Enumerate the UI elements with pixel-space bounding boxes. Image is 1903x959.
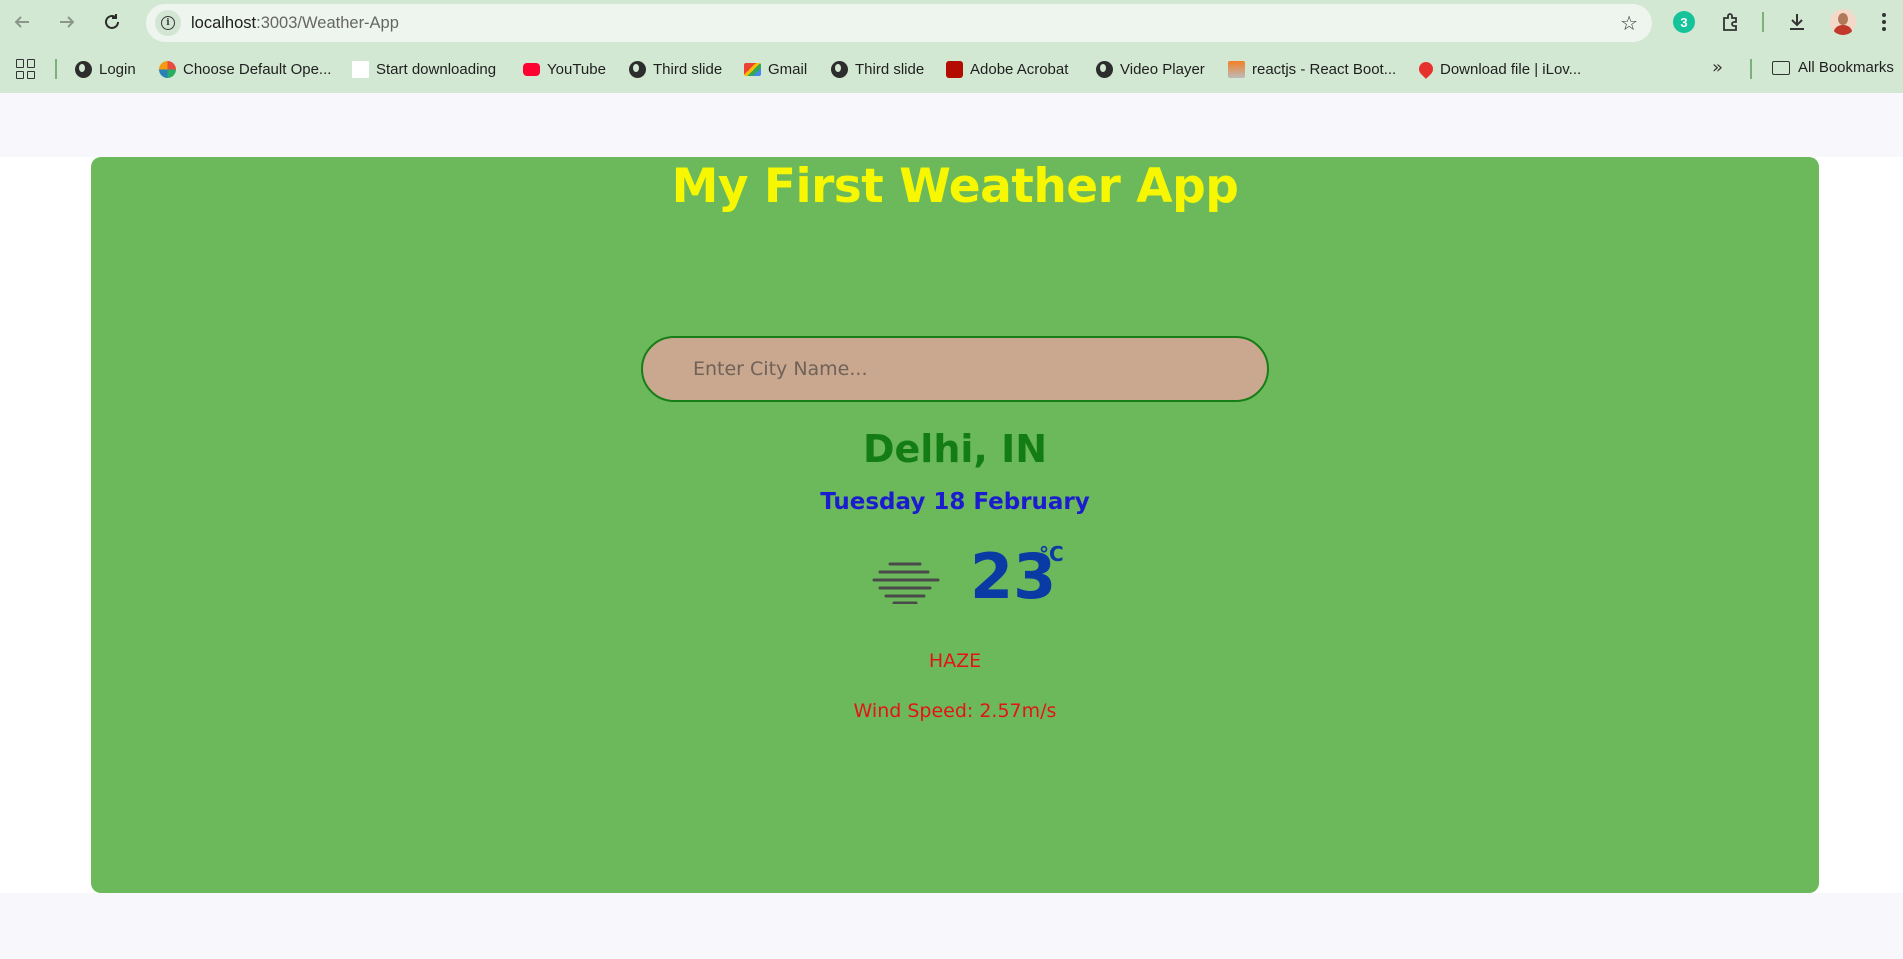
temperature-row: 23 °C [91, 540, 1819, 613]
stackoverflow-icon [1228, 60, 1245, 78]
haze-icon [872, 562, 940, 604]
info-icon: i [161, 16, 175, 30]
weather-description: HAZE [928, 650, 982, 672]
blank-page-icon [352, 60, 369, 78]
grammarly-icon: 3 [1673, 11, 1695, 33]
bookmark-label: Gmail [768, 60, 808, 78]
folder-icon [1772, 60, 1790, 75]
youtube-icon [523, 62, 540, 76]
forward-button[interactable] [53, 8, 81, 36]
downloads-button[interactable] [1783, 8, 1811, 36]
arrow-right-icon [60, 16, 75, 28]
bookmark-choose-default[interactable]: Choose Default Ope... [159, 59, 331, 79]
bookmark-label: Login [99, 60, 136, 78]
arrow-left-icon [14, 16, 29, 28]
bookmark-gmail[interactable]: Gmail [744, 59, 807, 79]
globe-icon [629, 60, 646, 78]
puzzle-icon [1723, 13, 1737, 31]
bookmark-start-downloading[interactable]: Start downloading [352, 59, 496, 79]
weather-card: My First Weather App Delhi, IN Tuesday 1… [91, 157, 1819, 893]
app-title: My First Weather App [671, 159, 1239, 214]
bookmarks-overflow-button[interactable]: » [1712, 57, 1723, 78]
toolbar-separator [1762, 12, 1764, 32]
back-button[interactable] [8, 8, 36, 36]
globe-icon [831, 60, 848, 78]
bookmark-label: reactjs - React Boot... [1252, 60, 1397, 78]
apps-grid-icon[interactable] [16, 59, 36, 79]
url-path: :3003/Weather-App [256, 14, 399, 32]
bookmark-label: Choose Default Ope... [183, 60, 332, 78]
url-text[interactable]: localhost:3003/Weather-App [191, 14, 399, 33]
bookmark-label: Third slide [855, 60, 925, 78]
download-icon [1790, 14, 1804, 30]
kebab-menu-icon [1882, 13, 1886, 31]
bookmark-reactjs[interactable]: reactjs - React Boot... [1228, 59, 1396, 79]
globe-icon [1096, 60, 1113, 78]
bookmark-third-slide-2[interactable]: Third slide [831, 59, 924, 79]
bookmark-third-slide-1[interactable]: Third slide [629, 59, 722, 79]
city-search-input[interactable] [693, 338, 1253, 400]
bookmark-star-icon[interactable]: ☆ [1620, 11, 1638, 35]
heart-icon [1416, 59, 1436, 79]
extensions-button[interactable] [1717, 8, 1745, 36]
city-search-box[interactable] [641, 336, 1269, 402]
reload-button[interactable] [98, 8, 126, 36]
all-bookmarks-button[interactable]: All Bookmarks [1772, 59, 1894, 76]
browser-toolbar: i localhost:3003/Weather-App ☆ 3 [0, 0, 1903, 45]
bookmark-label: Adobe Acrobat [970, 60, 1069, 78]
bookmark-download-file[interactable]: Download file | iLov... [1416, 59, 1582, 79]
bookmark-label: YouTube [547, 60, 606, 78]
avatar [1830, 9, 1856, 35]
reload-icon [105, 14, 119, 29]
profile-button[interactable] [1829, 8, 1857, 36]
site-info-button[interactable]: i [155, 10, 181, 36]
wind-speed: Wind Speed: 2.57m/s [853, 700, 1057, 722]
office-icon [159, 60, 176, 78]
bookmark-label: Start downloading [376, 60, 497, 78]
bookmark-video-player[interactable]: Video Player [1096, 59, 1205, 79]
bookmarks-bar: Login Choose Default Ope... Start downlo… [0, 45, 1903, 93]
address-bar[interactable]: i localhost:3003/Weather-App ☆ [146, 4, 1652, 42]
bookmark-adobe-acrobat[interactable]: Adobe Acrobat [946, 59, 1068, 79]
globe-icon [75, 60, 92, 78]
city-name: Delhi, IN [862, 427, 1048, 471]
bookmarks-separator-right [1750, 59, 1752, 79]
gmail-icon [744, 62, 761, 76]
bookmark-label: Third slide [653, 60, 723, 78]
menu-button[interactable] [1870, 8, 1898, 36]
bookmarks-separator [55, 59, 57, 79]
temperature-unit: °C [1039, 542, 1064, 566]
url-host: localhost [191, 14, 257, 32]
acrobat-icon [946, 60, 963, 78]
grammarly-extension-button[interactable]: 3 [1670, 8, 1698, 36]
current-date: Tuesday 18 February [820, 489, 1090, 515]
all-bookmarks-label: All Bookmarks [1798, 59, 1894, 76]
bookmark-label: Download file | iLov... [1440, 60, 1582, 78]
bookmark-label: Video Player [1120, 60, 1205, 78]
bookmark-login[interactable]: Login [75, 59, 136, 79]
bookmark-youtube[interactable]: YouTube [523, 59, 606, 79]
